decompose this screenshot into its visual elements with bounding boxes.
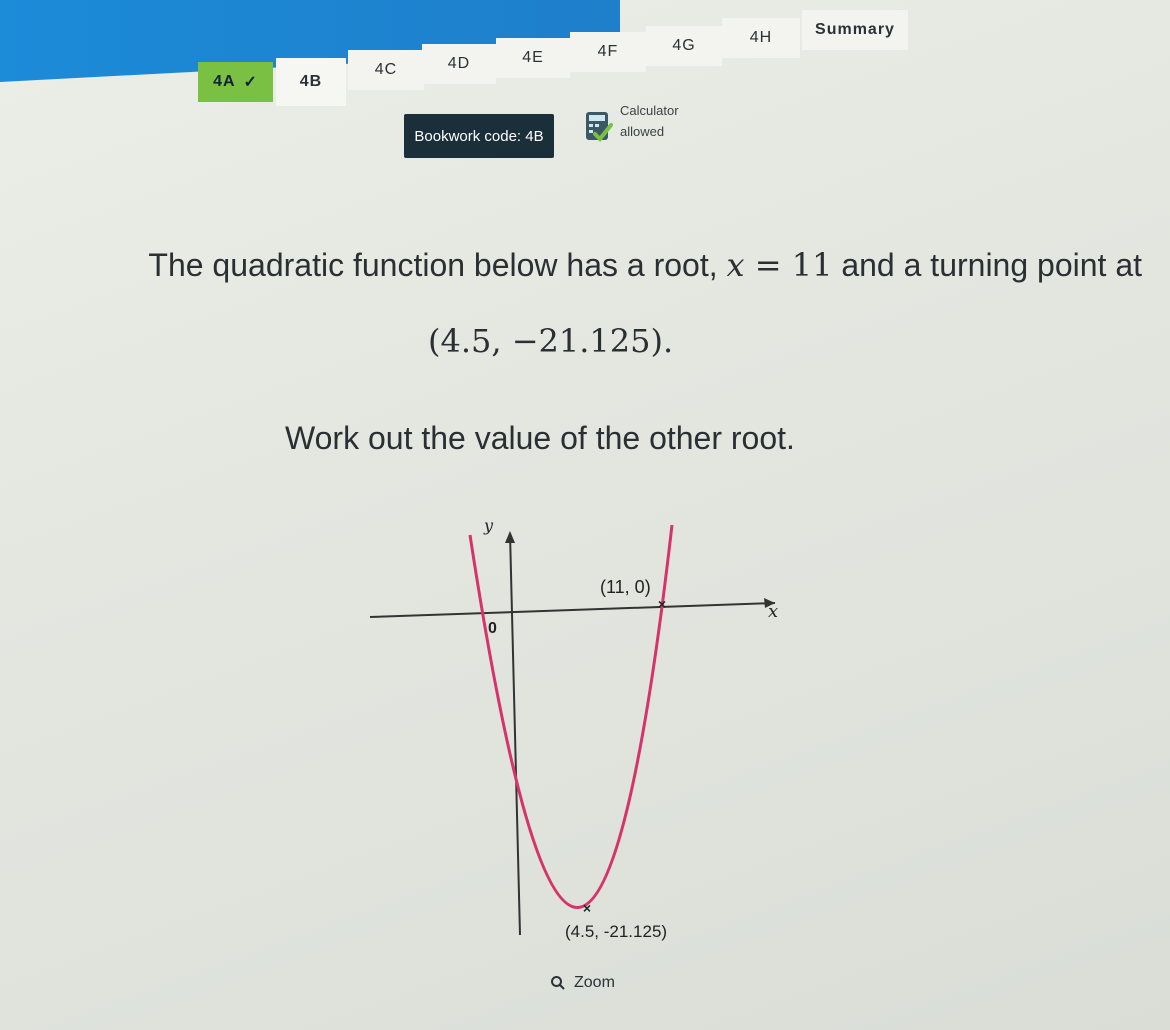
turning-point-coordinate: (4.5, −21.125).	[428, 322, 674, 360]
tab-label: 4F	[597, 43, 619, 60]
tab-4f[interactable]: 4F	[570, 32, 646, 72]
magnifier-icon	[551, 976, 565, 990]
quadratic-graph: y x 0 (11, 0) × × (4.5, -21.125)	[369, 516, 778, 941]
tab-4a[interactable]: 4A ✓	[198, 62, 273, 102]
tab-4h[interactable]: 4H	[722, 18, 800, 58]
question-part1: The quadratic function below has a root,	[148, 247, 727, 283]
tab-bar: 4A ✓ 4B 4C 4D 4E 4F 4G 4H Summary	[198, 10, 928, 106]
question-part2: and a turning point at	[832, 247, 1142, 283]
origin-label: 0	[488, 620, 497, 637]
tab-label: 4E	[522, 49, 544, 66]
bookwork-code-badge: Bookwork code: 4B	[404, 114, 554, 158]
y-axis-arrow	[505, 531, 515, 543]
zoom-button[interactable]: Zoom	[550, 974, 615, 992]
zoom-label: Zoom	[574, 974, 615, 991]
y-axis	[509, 532, 521, 936]
tab-4g[interactable]: 4G	[646, 26, 722, 66]
tab-summary[interactable]: Summary	[802, 10, 908, 50]
question-line-1: The quadratic function below has a root,…	[20, 238, 1150, 292]
calculator-icon	[586, 112, 613, 143]
root-point-label: (11, 0)	[600, 577, 651, 597]
check-icon: ✓	[243, 74, 258, 91]
tab-label: Summary	[815, 21, 895, 38]
tab-label: 4A	[213, 73, 236, 90]
tab-label: 4C	[374, 61, 398, 78]
y-axis-label: y	[483, 516, 494, 535]
tab-4e[interactable]: 4E	[496, 38, 570, 78]
x-axis-label: x	[768, 601, 778, 622]
calculator-line1: Calculator	[620, 103, 679, 118]
question-text: The quadratic function below has a root,…	[20, 238, 1150, 292]
root-marker: ×	[658, 596, 666, 612]
tab-4b[interactable]: 4B	[276, 58, 346, 106]
calculator-line2: allowed	[620, 124, 665, 139]
task-text: Work out the value of the other root.	[285, 420, 795, 456]
tab-label: 4B	[299, 73, 323, 90]
topbar: 4A ✓ 4B 4C 4D 4E 4F 4G 4H Summary	[0, 0, 1170, 106]
turning-point-marker: ×	[583, 900, 591, 916]
root-equation: = 11	[744, 246, 833, 284]
calculator-allowed-text: Calculator allowed	[620, 100, 679, 142]
turning-point-label: (4.5, -21.125)	[565, 922, 667, 941]
tab-4c[interactable]: 4C	[348, 50, 424, 90]
tab-label: 4D	[447, 55, 471, 72]
tab-4d[interactable]: 4D	[422, 44, 496, 84]
root-variable: x	[726, 246, 745, 284]
x-axis	[369, 602, 776, 618]
tab-label: 4G	[672, 37, 696, 54]
tab-label: 4H	[749, 29, 773, 46]
bookwork-code-label: Bookwork code: 4B	[414, 127, 544, 145]
